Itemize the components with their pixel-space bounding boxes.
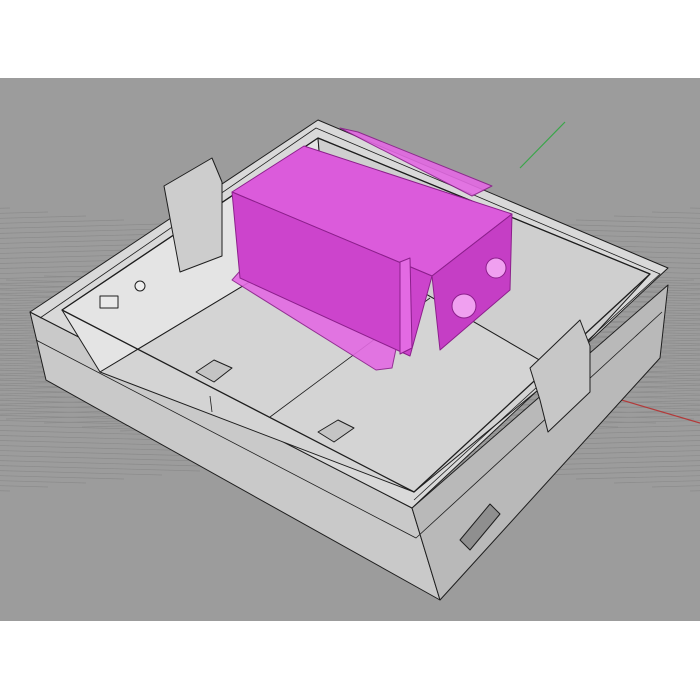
grid-line [689,207,700,209]
perspective-viewport[interactable] [0,78,700,621]
terminal-connector-bottom [451,293,477,319]
grid-line [0,207,11,209]
grid-line [0,490,11,492]
battery-terminal-cap [399,257,413,355]
grid-line [0,470,163,476]
grid-line [689,490,700,492]
bottom-margin [0,621,700,700]
wall-slot [99,295,119,309]
terminal-connector-top [485,257,507,279]
top-margin [0,0,700,78]
y-axis-line [519,121,566,169]
wall-hole [134,280,146,292]
